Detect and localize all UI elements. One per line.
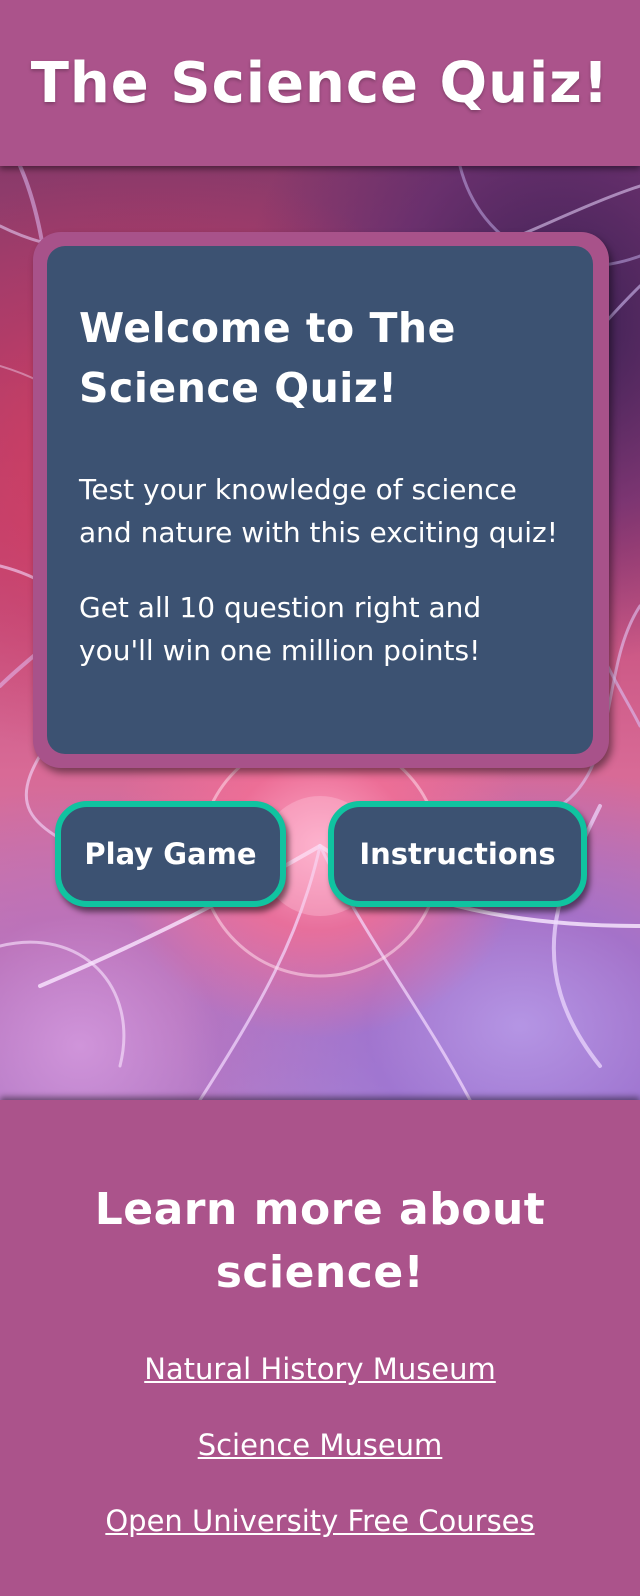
footer-links: Natural History Museum Science Museum Op… [0, 1350, 640, 1578]
hero-section: Welcome to The Science Quiz! Test your k… [0, 166, 640, 1100]
instructions-button[interactable]: Instructions [328, 801, 587, 907]
site-title: The Science Quiz! [30, 50, 610, 116]
footer-heading: Learn more about science! [94, 1184, 546, 1298]
site-header: The Science Quiz! [0, 0, 640, 166]
link-natural-history-museum[interactable]: Natural History Museum [0, 1350, 640, 1388]
play-game-button[interactable]: Play Game [55, 801, 286, 907]
site-footer: Learn more about science! Natural Histor… [0, 1100, 640, 1596]
welcome-intro-text: Test your knowledge of science and natur… [79, 473, 558, 549]
link-science-museum[interactable]: Science Museum [0, 1426, 640, 1464]
welcome-card: Welcome to The Science Quiz! Test your k… [33, 232, 609, 768]
welcome-prize-text: Get all 10 question right and you'll win… [79, 591, 482, 667]
welcome-card-inner: Welcome to The Science Quiz! Test your k… [47, 246, 593, 754]
welcome-heading: Welcome to The Science Quiz! [79, 304, 456, 412]
link-open-university-free-courses[interactable]: Open University Free Courses [0, 1502, 640, 1540]
